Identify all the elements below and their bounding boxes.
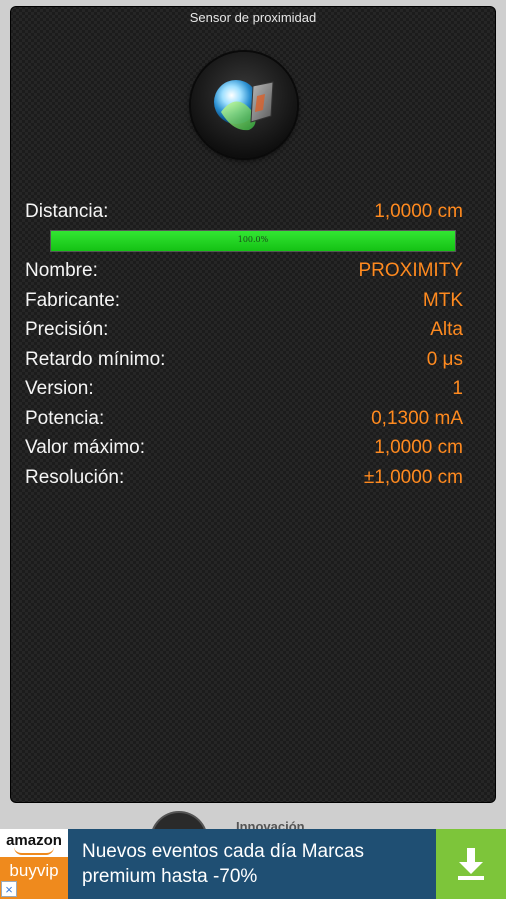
property-row: Nombre: PROXIMITY xyxy=(25,260,463,288)
peek-text: Innovación xyxy=(236,819,305,829)
distance-row: Distancia: 1,0000 cm xyxy=(25,201,463,229)
property-value: 0 μs xyxy=(426,348,463,370)
property-row: Retardo mínimo: 0 μs xyxy=(25,349,463,377)
distance-label: Distancia: xyxy=(25,201,109,222)
ad-download-button[interactable] xyxy=(436,829,506,899)
property-label: Valor máximo: xyxy=(25,437,146,458)
property-value: PROXIMITY xyxy=(358,260,463,281)
property-label: Retardo mínimo: xyxy=(25,348,166,370)
distance-progress-bar: 100.0% xyxy=(50,230,456,252)
property-value: Alta xyxy=(430,319,463,340)
property-label: Nombre: xyxy=(25,260,98,281)
property-label: Fabricante: xyxy=(25,289,121,311)
app-frame: Sensor de proximidad Distancia: 1,0000 c… xyxy=(0,0,506,899)
property-value: 1 xyxy=(452,378,463,399)
ad-text[interactable]: Nuevos eventos cada día Marcas premium h… xyxy=(82,839,422,889)
property-row: Valor máximo: 1,0000 cm xyxy=(25,437,463,465)
next-item-peek: Innovación xyxy=(0,803,506,829)
property-label: Precisión: xyxy=(25,319,109,340)
proximity-sensor-icon xyxy=(191,52,297,158)
ad-banner[interactable]: amazon buyvip × Nuevos eventos cada día … xyxy=(0,829,506,899)
amazon-smile-icon xyxy=(14,847,54,855)
ad-logo-bottom: buyvip xyxy=(9,861,59,880)
property-row: Potencia: 0,1300 mA xyxy=(25,408,463,436)
property-label: Resolución: xyxy=(25,466,125,488)
property-row: Fabricante: MTK xyxy=(25,290,463,318)
property-row: Resolución: ±1,0000 cm xyxy=(25,467,463,495)
property-label: Potencia: xyxy=(25,407,105,429)
property-value: ±1,0000 cm xyxy=(363,466,463,488)
distance-value: 1,0000 cm xyxy=(374,201,463,222)
property-row: Precisión: Alta xyxy=(25,319,463,347)
property-label: Version: xyxy=(25,378,94,399)
download-icon xyxy=(458,848,484,880)
distance-progress-text: 100.0% xyxy=(237,235,269,244)
page-title: Sensor de proximidad xyxy=(189,10,317,25)
property-value: 1,0000 cm xyxy=(374,437,463,458)
property-value: 0,1300 mA xyxy=(371,407,463,429)
property-value: MTK xyxy=(422,289,463,311)
peek-icon xyxy=(152,813,206,829)
property-row: Version: 1 xyxy=(25,378,463,406)
close-icon[interactable]: × xyxy=(1,881,17,897)
